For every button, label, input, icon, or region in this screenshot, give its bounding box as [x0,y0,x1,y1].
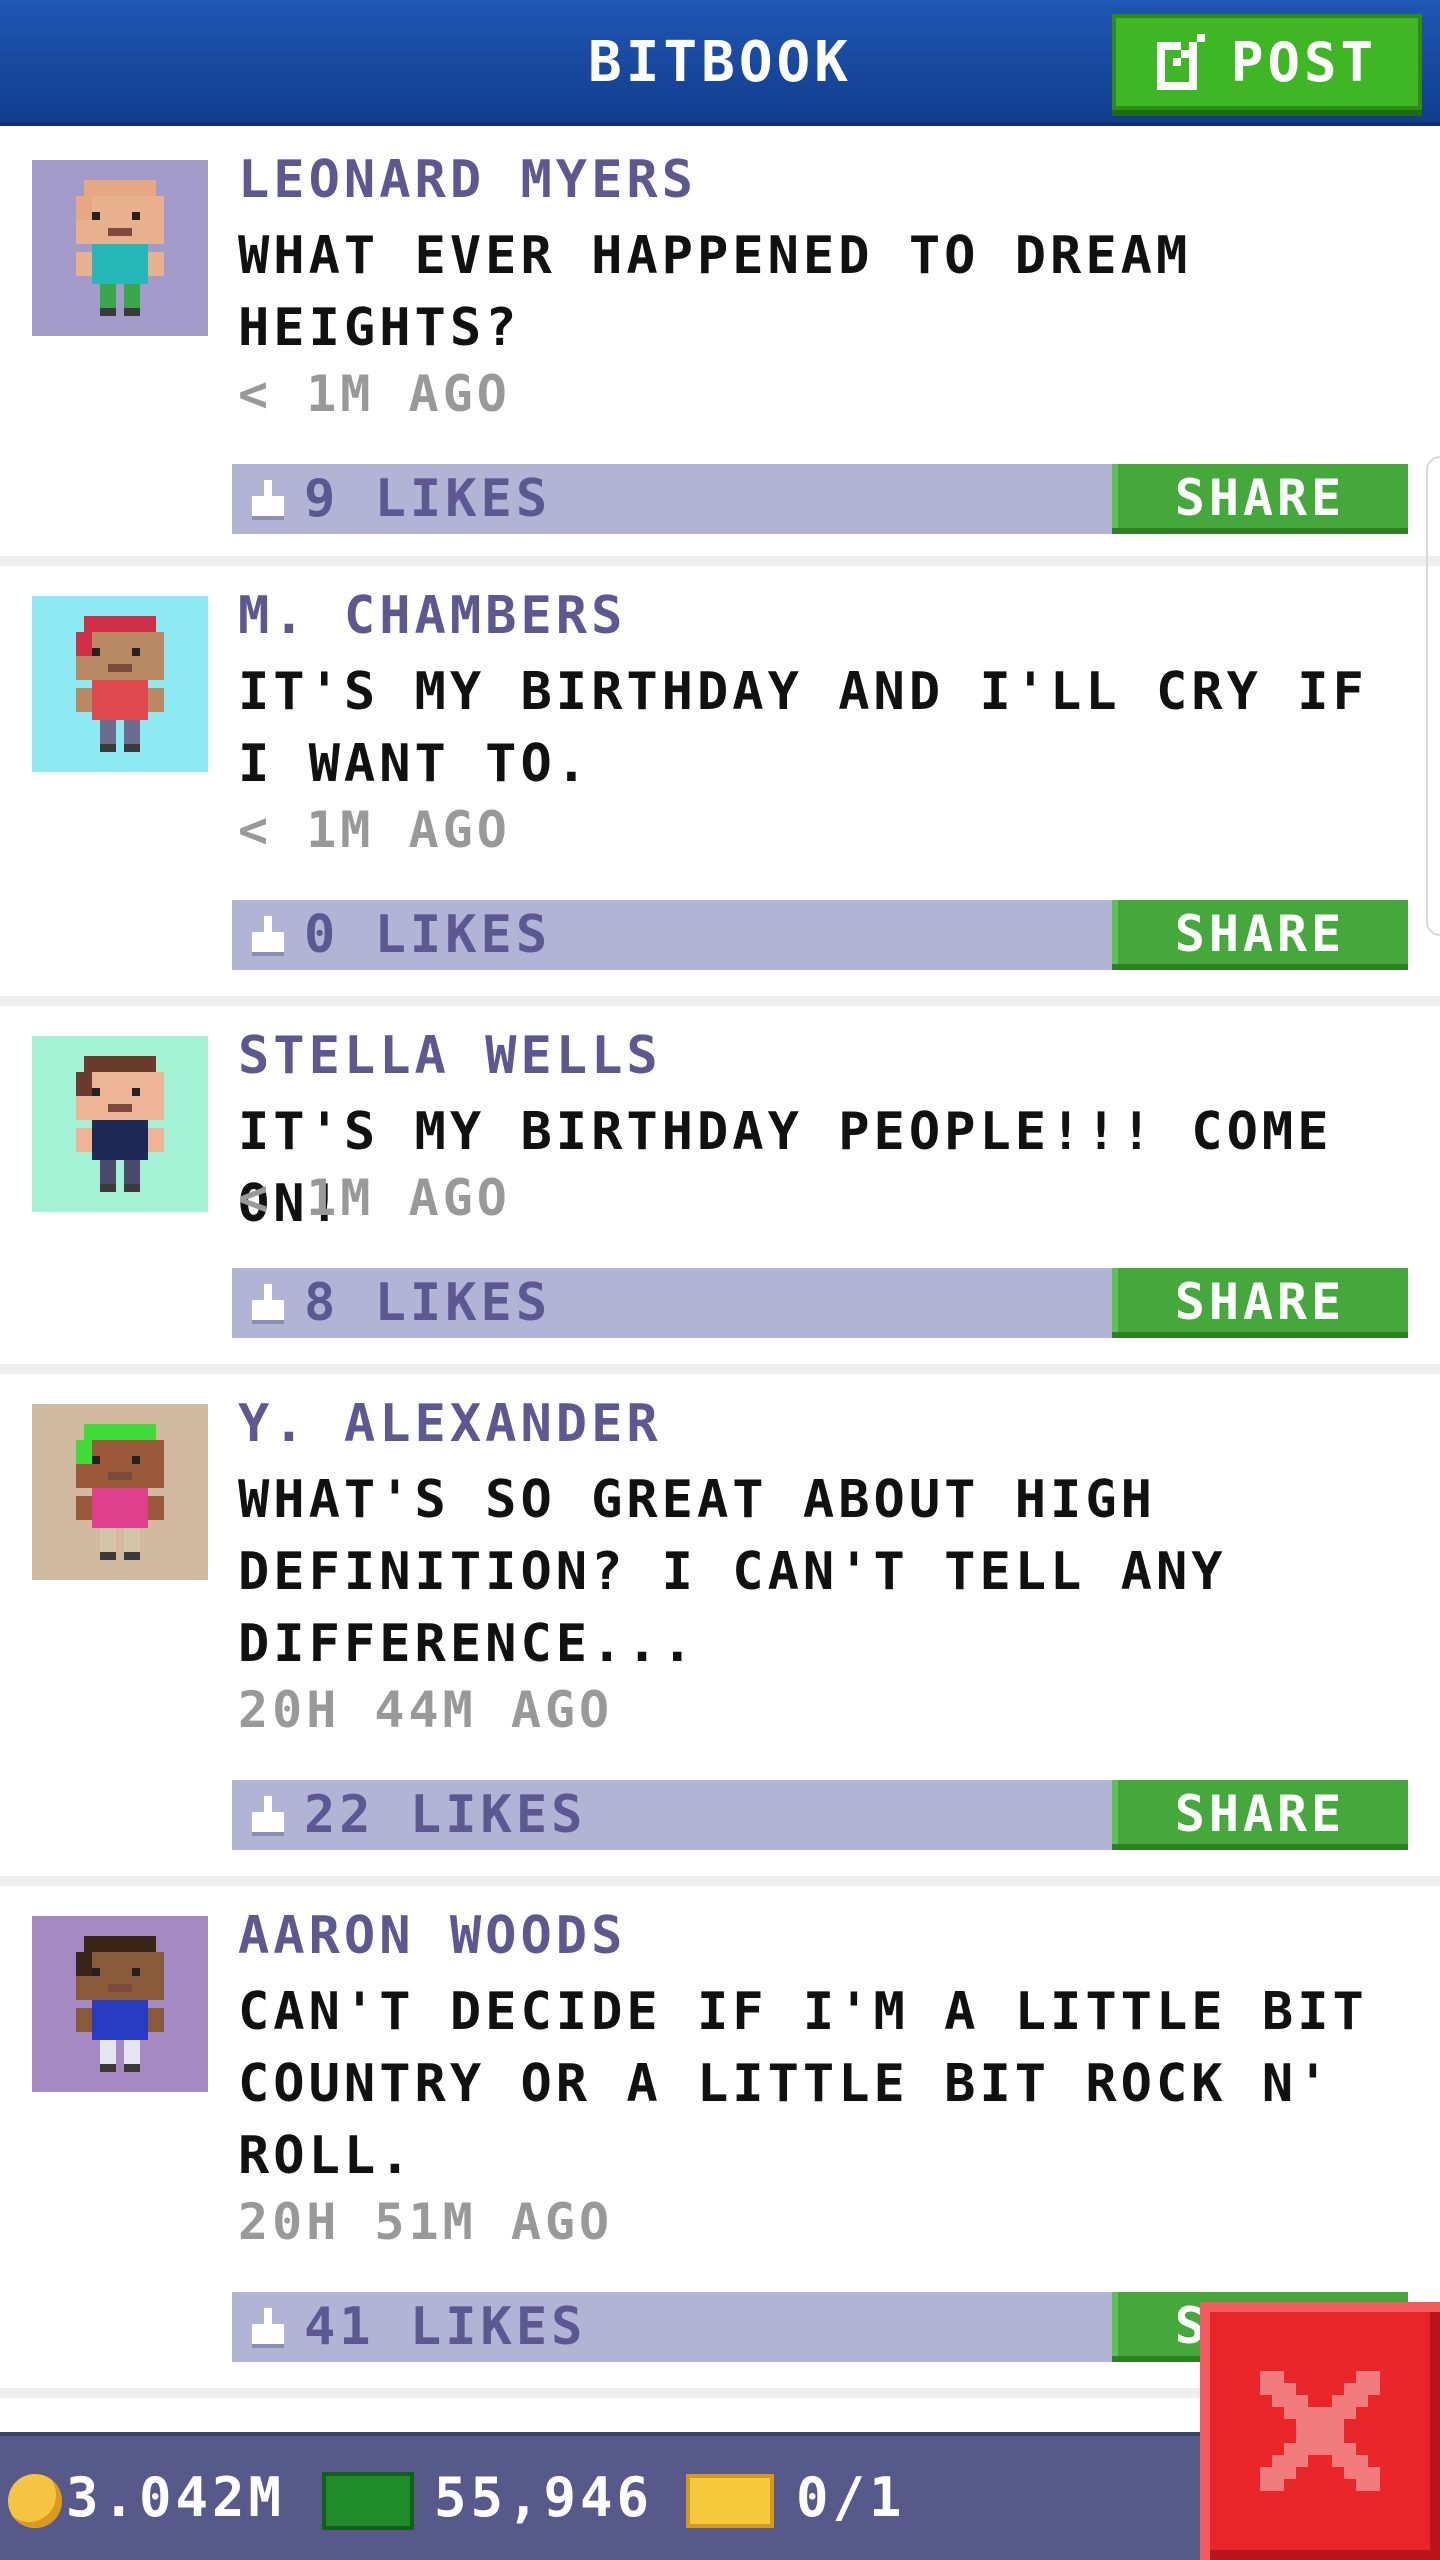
bux-balance: 55,946 [434,2466,654,2529]
like-bar: 9 LIKES SHARE [232,464,1408,534]
thumbs-up-icon[interactable] [248,1796,288,1836]
bux-icon [322,2472,414,2530]
thumbs-up-icon[interactable] [248,480,288,520]
coin-icon [8,2474,62,2528]
avatar-figure [76,1056,164,1192]
close-icon [1260,2371,1380,2491]
post-timestamp: < 1M AGO [238,1169,511,1227]
avatar[interactable] [32,596,208,772]
share-button[interactable]: SHARE [1112,1268,1408,1338]
avatar-figure [76,1936,164,2072]
close-button[interactable] [1200,2302,1440,2560]
thumbs-up-icon[interactable] [248,916,288,956]
like-count: 9 LIKES [304,469,552,529]
avatar-figure [76,180,164,316]
ticket-count: 0/1 [796,2466,906,2529]
feed-post: M. CHAMBERS IT'S MY BIRTHDAY AND I'LL CR… [0,566,1440,1006]
post-message: WHAT EVER HAPPENED TO DREAM HEIGHTS? [238,226,1192,358]
share-button[interactable]: SHARE [1112,900,1408,970]
avatar[interactable] [32,160,208,336]
post-timestamp: < 1M AGO [238,365,511,423]
thumbs-up-icon[interactable] [248,2308,288,2348]
post-button-label: POST [1230,30,1378,94]
like-bar: 8 LIKES SHARE [232,1268,1408,1338]
post-author[interactable]: AARON WOODS [238,1906,626,1966]
like-count: 0 LIKES [304,905,552,965]
compose-icon [1156,34,1213,90]
share-button[interactable]: SHARE [1112,464,1408,534]
post-author[interactable]: M. CHAMBERS [238,586,626,646]
post-author[interactable]: STELLA WELLS [238,1026,662,1086]
feed-post: Y. ALEXANDER WHAT'S SO GREAT ABOUT HIGH … [0,1374,1440,1886]
post-author[interactable]: LEONARD MYERS [238,150,697,210]
post-timestamp: 20H 51M AGO [238,2193,614,2251]
ticket-icon [686,2474,774,2528]
avatar-figure [76,1424,164,1560]
post-timestamp: < 1M AGO [238,801,511,859]
post-message: CAN'T DECIDE IF I'M A LITTLE BIT COUNTRY… [238,1982,1368,2186]
share-button[interactable]: SHARE [1112,1780,1408,1850]
post-timestamp: 20H 44M AGO [238,1681,614,1739]
coins-balance: 3.042M [66,2466,286,2529]
like-count: 8 LIKES [304,1273,552,1333]
post-message: IT'S MY BIRTHDAY AND I'LL CRY IF I WANT … [238,662,1368,794]
post-feed[interactable]: LEONARD MYERS WHAT EVER HAPPENED TO DREA… [0,130,1440,2398]
like-count: 41 LIKES [304,2297,587,2357]
post-message: WHAT'S SO GREAT ABOUT HIGH DEFINITION? I… [238,1470,1227,1674]
scroll-indicator [1426,456,1440,936]
feed-post: LEONARD MYERS WHAT EVER HAPPENED TO DREA… [0,130,1440,566]
like-bar: 22 LIKES SHARE [232,1780,1408,1850]
feed-post: STELLA WELLS IT'S MY BIRTHDAY PEOPLE!!! … [0,1006,1440,1374]
like-count: 22 LIKES [304,1785,587,1845]
top-bar: BITBOOK POST [0,0,1440,126]
like-bar: 0 LIKES SHARE [232,900,1408,970]
post-button[interactable]: POST [1112,14,1422,110]
thumbs-up-icon[interactable] [248,1284,288,1324]
avatar[interactable] [32,1404,208,1580]
avatar-figure [76,616,164,752]
avatar[interactable] [32,1916,208,2092]
avatar[interactable] [32,1036,208,1212]
post-author[interactable]: Y. ALEXANDER [238,1394,662,1454]
